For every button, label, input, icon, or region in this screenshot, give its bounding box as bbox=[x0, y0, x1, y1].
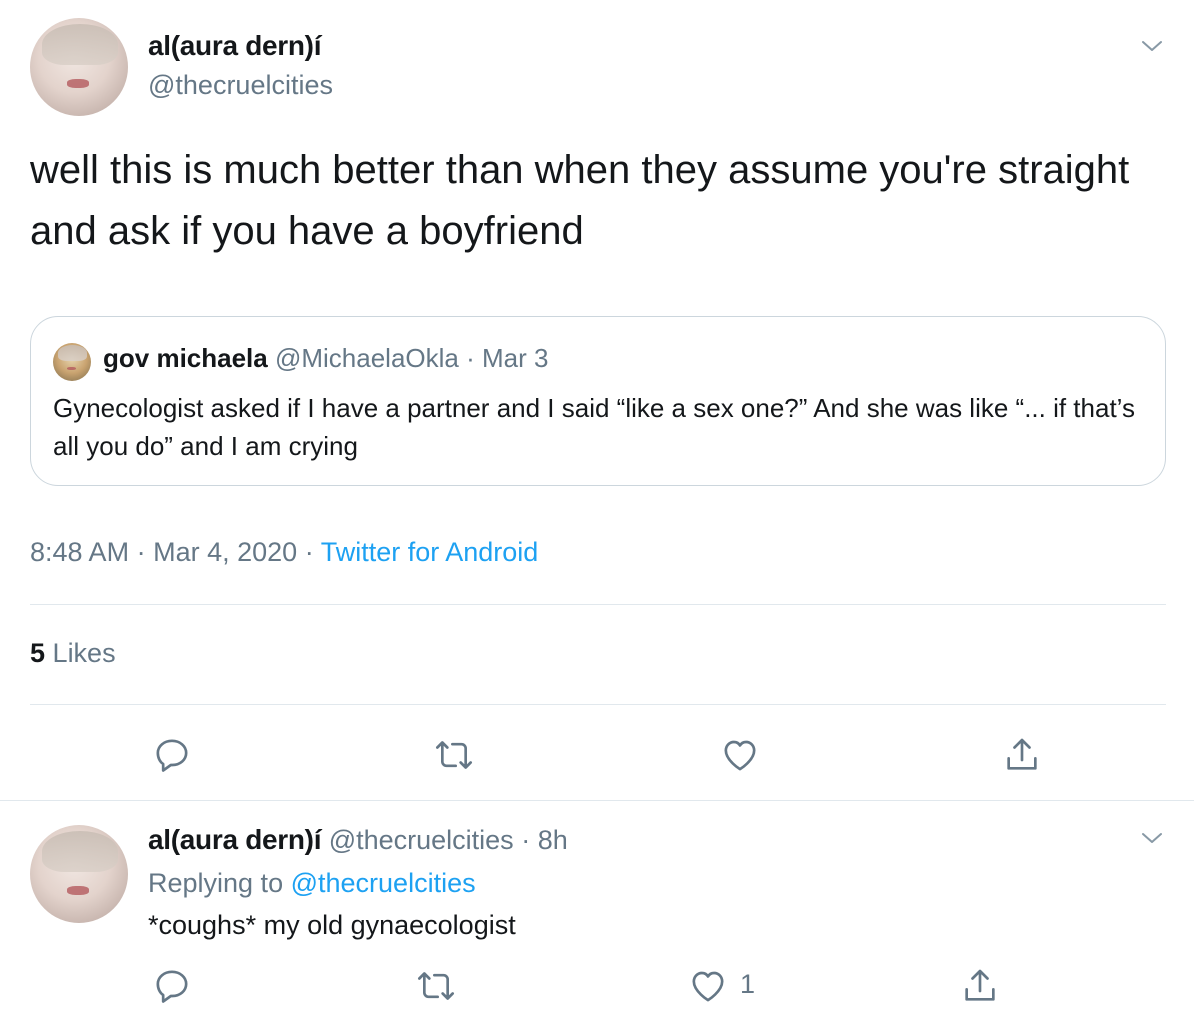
like-count: 1 bbox=[740, 969, 756, 999]
tweet-text: well this is much better than when they … bbox=[30, 148, 1130, 253]
quote-handle: @MichaelaOkla bbox=[274, 343, 459, 373]
retweet-button[interactable] bbox=[432, 733, 476, 777]
replying-to-handle[interactable]: @thecruelcities bbox=[291, 868, 476, 898]
quoted-tweet[interactable]: gov michaela @MichaelaOkla · Mar 3 Gynec… bbox=[30, 316, 1166, 486]
replying-to: Replying to @thecruelcities bbox=[148, 868, 476, 899]
reply-button[interactable] bbox=[150, 964, 194, 1008]
likes-label: Likes bbox=[52, 638, 116, 668]
chevron-down-icon[interactable] bbox=[1140, 34, 1164, 58]
avatar[interactable] bbox=[30, 825, 128, 923]
tweet-source[interactable]: Twitter for Android bbox=[321, 537, 539, 567]
reply-icon bbox=[156, 739, 188, 772]
quote-date: Mar 3 bbox=[482, 343, 549, 373]
handle[interactable]: @thecruelcities bbox=[148, 70, 333, 101]
tweet-date[interactable]: Mar 4, 2020 bbox=[153, 537, 297, 567]
share-button[interactable] bbox=[958, 964, 1002, 1008]
quote-text: Gynecologist asked if I have a partner a… bbox=[53, 393, 1135, 461]
retweet-icon bbox=[436, 741, 472, 769]
likes-summary[interactable]: 5 Likes bbox=[30, 638, 116, 669]
reply-button[interactable] bbox=[150, 733, 194, 777]
reply-text: *coughs* my old gynaecologist bbox=[148, 910, 516, 940]
reply-header: al(aura dern)í @thecruelcities · 8h bbox=[148, 824, 568, 856]
chevron-down-icon[interactable] bbox=[1140, 826, 1164, 850]
like-button[interactable] bbox=[718, 733, 762, 777]
meta-separator: · bbox=[136, 537, 146, 567]
reply-display-name[interactable]: al(aura dern)í bbox=[148, 824, 321, 855]
quote-display-name: gov michaela bbox=[103, 343, 268, 373]
heart-icon bbox=[692, 971, 724, 1002]
share-button[interactable] bbox=[1000, 733, 1044, 777]
replying-prefix: Replying to bbox=[148, 868, 284, 898]
share-icon bbox=[965, 969, 995, 1001]
reply-separator: · bbox=[521, 825, 531, 855]
quote-separator: · bbox=[466, 343, 475, 373]
divider bbox=[30, 604, 1166, 605]
share-icon bbox=[1007, 738, 1037, 770]
heart-icon bbox=[724, 740, 756, 771]
reply-icon bbox=[156, 970, 188, 1003]
retweet-button[interactable] bbox=[414, 964, 458, 1008]
like-button[interactable] bbox=[686, 964, 730, 1008]
quote-avatar bbox=[53, 343, 91, 381]
tweet-meta: 8:48 AM · Mar 4, 2020 · Twitter for Andr… bbox=[30, 537, 538, 568]
quote-header: gov michaela @MichaelaOkla · Mar 3 bbox=[103, 343, 548, 374]
tweet-time[interactable]: 8:48 AM bbox=[30, 537, 129, 567]
reply-age[interactable]: 8h bbox=[538, 825, 568, 855]
reply-handle[interactable]: @thecruelcities bbox=[329, 825, 514, 855]
retweet-icon bbox=[418, 972, 454, 1000]
avatar[interactable] bbox=[30, 18, 128, 116]
divider bbox=[30, 704, 1166, 705]
likes-count: 5 bbox=[30, 638, 46, 668]
meta-separator: · bbox=[304, 537, 314, 567]
display-name[interactable]: al(aura dern)í bbox=[148, 30, 321, 62]
tweet-separator bbox=[0, 800, 1194, 801]
